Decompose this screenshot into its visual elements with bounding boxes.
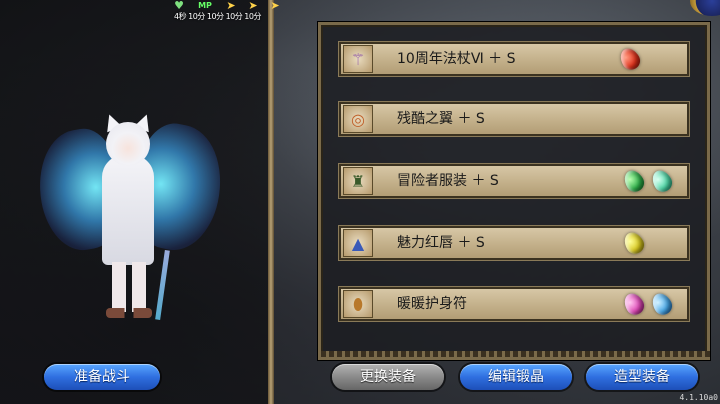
gem-icon: [616, 44, 644, 74]
character-legs: [112, 262, 146, 312]
equipment-name: 冒险者服装 ＋ S: [397, 173, 499, 189]
equipment-name: 魅力红唇 ＋ S: [397, 235, 485, 251]
panel-divider: [268, 0, 274, 404]
equipment-slot-armor[interactable]: ♜ 冒险者服装 ＋ S: [339, 164, 689, 198]
gem-icon: [620, 228, 648, 258]
equipment-name: 10周年法杖Ⅵ ＋ S: [397, 51, 516, 67]
character-head: [106, 122, 150, 166]
change-equipment-button[interactable]: 更换装备: [332, 364, 444, 390]
staff-icon: ⚚: [343, 45, 373, 73]
gem-icon: [648, 289, 676, 319]
amulet-icon: ⬮: [343, 290, 373, 318]
equipment-name: 残酷之翼 ＋ S: [397, 111, 485, 127]
status-bar: ♥ MP ➤ ➤ ➤ 4秒 10分 10分 10分 10分: [168, 0, 298, 22]
gem-icon: [648, 166, 676, 196]
version-label: 4.1.10a0: [679, 393, 718, 402]
gem-icon: [620, 166, 648, 196]
edit-crystal-button[interactable]: 编辑锻晶: [460, 364, 572, 390]
armor-icon: ♜: [343, 167, 373, 195]
hat-icon: ▲: [343, 229, 373, 257]
equipment-slot-wings[interactable]: ◎ 残酷之翼 ＋ S: [339, 102, 689, 136]
character-panel: [0, 0, 268, 404]
status-text: 4秒 10分 10分 10分 10分: [174, 12, 261, 21]
character-shoes: [106, 308, 152, 318]
equipment-slot-special[interactable]: ⬮ 暖暖护身符: [339, 287, 689, 321]
ring-icon: ◎: [343, 105, 373, 133]
style-equipment-button[interactable]: 造型装备: [586, 364, 698, 390]
character-staff: [155, 249, 170, 321]
character-model[interactable]: [30, 110, 233, 325]
character-coat: [102, 155, 154, 265]
equipment-name: 暖暖护身符: [397, 296, 467, 312]
equipment-slot-weapon[interactable]: ⚚ 10周年法杖Ⅵ ＋ S: [339, 42, 689, 76]
prepare-battle-button[interactable]: 准备战斗: [44, 364, 160, 390]
equipment-slot-accessory[interactable]: ▲ 魅力红唇 ＋ S: [339, 226, 689, 260]
buff-icon: ➤: [270, 0, 280, 12]
gem-icon: [620, 289, 648, 319]
